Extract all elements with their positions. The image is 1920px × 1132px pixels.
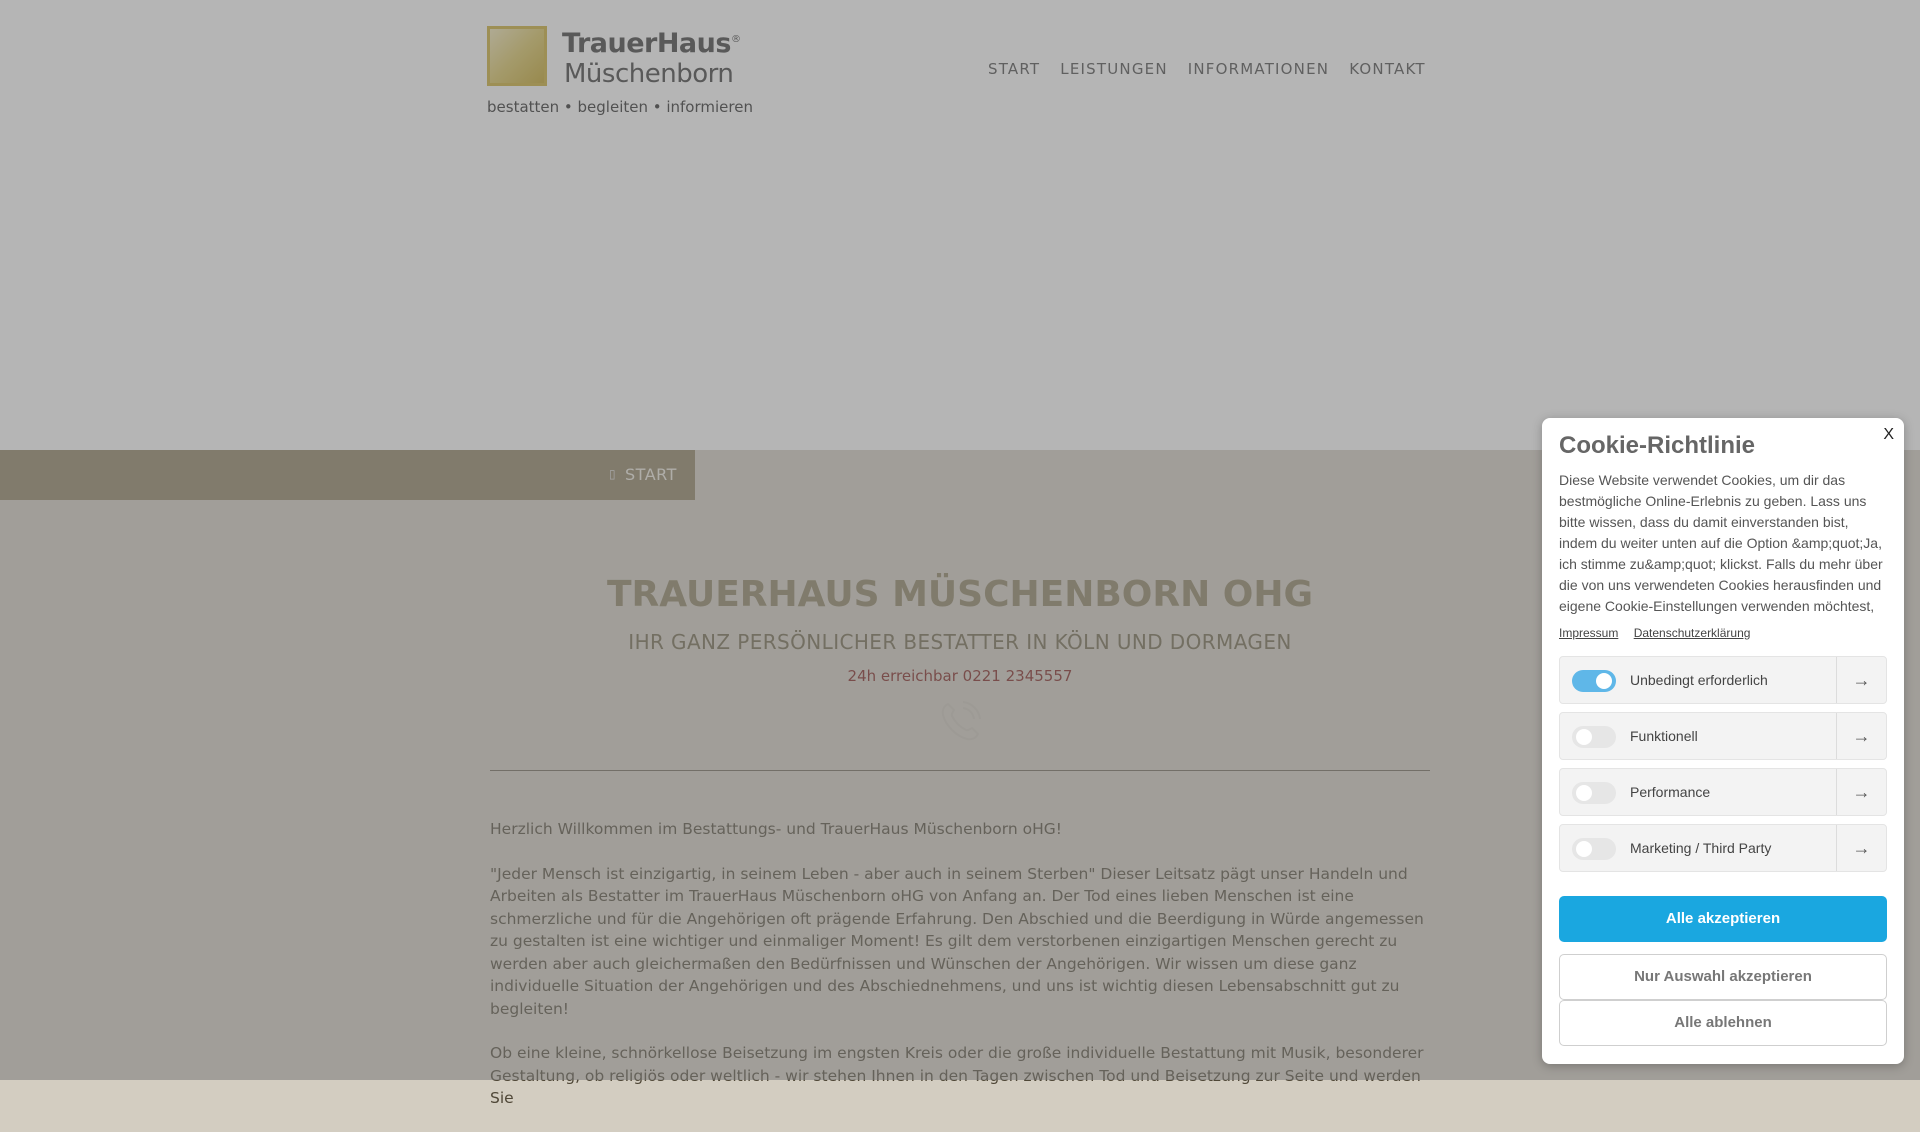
category-label: Marketing / Third Party: [1630, 840, 1772, 856]
toggle-functional[interactable]: [1572, 726, 1616, 748]
site-header: TrauerHaus® Müschenborn bestatten • begl…: [0, 0, 1920, 142]
logo-subtitle: Müschenborn: [564, 59, 734, 89]
toggle-performance[interactable]: [1572, 782, 1616, 804]
category-label: Performance: [1630, 784, 1711, 800]
welcome-text: Herzlich Willkommen im Bestattungs- und …: [490, 818, 1430, 1132]
accept-all-button[interactable]: Alle akzeptieren: [1559, 896, 1887, 942]
page-subtitle: IHR GANZ PERSÖNLICHER BESTATTER IN KÖLN …: [628, 630, 1292, 654]
close-icon[interactable]: X: [1883, 426, 1894, 444]
breadcrumb-separator-icon: ▯: [609, 467, 616, 481]
impressum-link[interactable]: Impressum: [1559, 626, 1618, 640]
breadcrumb: ▯ START: [0, 450, 695, 500]
contact-phone-line[interactable]: 24h erreichbar 0221 2345557: [490, 667, 1430, 685]
reject-all-button[interactable]: Alle ablehnen: [1559, 1000, 1887, 1046]
arrow-right-icon[interactable]: →: [1836, 713, 1886, 759]
cookie-dialog: X Cookie-Richtlinie Diese Website verwen…: [1542, 418, 1904, 1064]
logo-mark: [487, 26, 547, 86]
category-label: Funktionell: [1630, 728, 1698, 744]
mission-paragraph: "Jeder Mensch ist einzigartig, in seinem…: [490, 864, 1424, 1018]
category-label: Unbedingt erforderlich: [1630, 672, 1768, 688]
cookie-category-necessary: Unbedingt erforderlich →: [1559, 656, 1887, 704]
cookie-description: Diese Website verwendet Cookies, um dir …: [1559, 472, 1883, 614]
services-paragraph: Ob eine kleine, schnörkellose Beisetzung…: [490, 1044, 1424, 1107]
cookie-category-marketing: Marketing / Third Party →: [1559, 824, 1887, 872]
cookie-links: Impressum Datenschutzerklärung: [1559, 626, 1762, 640]
nav-leistungen[interactable]: LEISTUNGEN: [1060, 60, 1167, 78]
nav-informationen[interactable]: INFORMATIONEN: [1188, 60, 1329, 78]
arrow-right-icon[interactable]: →: [1836, 825, 1886, 871]
toggle-necessary[interactable]: [1572, 670, 1616, 692]
cookie-title: Cookie-Richtlinie: [1559, 432, 1756, 459]
page-title: TRAUERHAUS MÜSCHENBORN OHG: [606, 574, 1314, 615]
welcome-paragraph: Herzlich Willkommen im Bestattungs- und …: [490, 820, 1062, 838]
nav-start[interactable]: START: [988, 60, 1040, 78]
phone-icon[interactable]: [934, 696, 986, 748]
cookie-category-functional: Funktionell →: [1559, 712, 1887, 760]
toggle-marketing[interactable]: [1572, 838, 1616, 860]
cookie-category-performance: Performance →: [1559, 768, 1887, 816]
main-nav: START LEISTUNGEN INFORMATIONEN KONTAKT: [988, 60, 1426, 78]
arrow-right-icon[interactable]: →: [1836, 657, 1886, 703]
site-logo[interactable]: TrauerHaus® Müschenborn bestatten • begl…: [487, 26, 753, 121]
logo-tagline: bestatten • begleiten • informieren: [487, 98, 753, 116]
breadcrumb-item-start[interactable]: START: [625, 465, 677, 484]
arrow-right-icon[interactable]: →: [1836, 769, 1886, 815]
section-divider: [490, 770, 1430, 771]
privacy-policy-link[interactable]: Datenschutzerklärung: [1634, 626, 1751, 640]
nav-kontakt[interactable]: KONTAKT: [1349, 60, 1426, 78]
accept-selection-button[interactable]: Nur Auswahl akzeptieren: [1559, 954, 1887, 1000]
hero-banner: [0, 142, 1920, 450]
logo-title: TrauerHaus®: [562, 28, 741, 59]
